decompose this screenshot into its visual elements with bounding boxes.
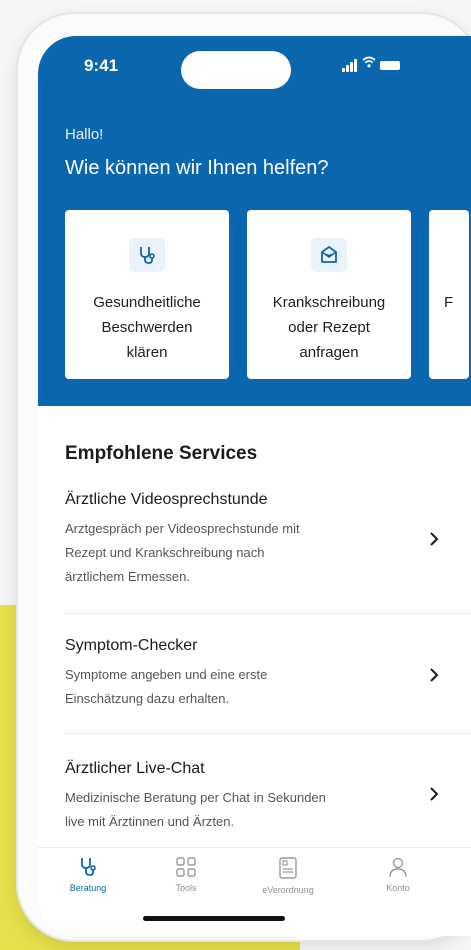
page-title: Wie können wir Ihnen helfen?: [65, 157, 329, 179]
tab-everordnung[interactable]: eVerordnung: [248, 856, 328, 895]
tab-tools[interactable]: Tools: [146, 856, 226, 893]
card-label: Krankschreibung oder Rezept anfragen: [272, 294, 386, 361]
service-title: Symptom-Checker: [65, 637, 198, 654]
card-label: Gesundheitliche Beschwerden klären: [93, 294, 201, 361]
service-title: Ärztliche Videosprechstunde: [65, 491, 268, 508]
service-videosprechstunde[interactable]: Ärztliche Videosprechstunde Arztgespräch…: [65, 491, 439, 589]
tab-label: Beratung: [69, 883, 107, 893]
chevron-right-icon: [430, 668, 439, 682]
stethoscope-icon: [81, 858, 96, 876]
person-icon: [389, 857, 407, 878]
service-description: Symptome angeben und eine erste Einschät…: [65, 667, 268, 706]
home-indicator: [143, 916, 285, 921]
divider: [65, 613, 471, 614]
header-panel: 9:41 Hallo! Wie können wir Ihnen helfen?: [38, 36, 471, 406]
mail-heart-icon: [311, 238, 347, 272]
card-krankschreibung[interactable]: Krankschreibung oder Rezept anfragen: [247, 210, 411, 379]
section-title: Empfohlene Services: [65, 443, 258, 464]
grid-icon: [176, 857, 196, 877]
app-screen: 9:41 Hallo! Wie können wir Ihnen helfen?: [38, 36, 471, 936]
tab-label: Tools: [175, 883, 197, 893]
chevron-right-icon: [430, 532, 439, 546]
tab-bar: Beratung Tools eVerordnung Konto: [38, 847, 471, 936]
divider: [65, 733, 471, 734]
tab-beratung[interactable]: Beratung: [48, 856, 128, 893]
stethoscope-icon: [129, 238, 165, 272]
signal-icon: [346, 65, 349, 72]
tab-label: eVerordnung: [262, 885, 314, 895]
battery-icon: [380, 61, 400, 70]
tab-konto[interactable]: Konto: [358, 856, 438, 893]
status-time: 9:41: [84, 56, 119, 75]
tab-label: Konto: [386, 883, 410, 893]
prescription-icon: [279, 857, 297, 879]
service-description: Arztgespräch per Videosprechstunde mit R…: [65, 521, 300, 584]
signal-icon: [354, 59, 357, 72]
wifi-icon: [362, 56, 376, 68]
signal-icon: [342, 68, 345, 72]
service-description: Medizinische Beratung per Chat in Sekund…: [65, 790, 326, 829]
service-symptom-checker[interactable]: Symptom-Checker Symptome angeben und ein…: [65, 637, 439, 711]
card-beschwerden[interactable]: Gesundheitliche Beschwerden klären: [65, 210, 229, 379]
service-title: Ärztlicher Live-Chat: [65, 760, 205, 777]
chevron-right-icon: [430, 787, 439, 801]
card-partial[interactable]: F: [429, 210, 469, 379]
dynamic-island: [181, 51, 291, 89]
greeting-text: Hallo!: [65, 126, 104, 143]
card-label: F: [444, 294, 454, 311]
signal-icon: [350, 62, 353, 72]
service-live-chat[interactable]: Ärztlicher Live-Chat Medizinische Beratu…: [65, 760, 439, 834]
